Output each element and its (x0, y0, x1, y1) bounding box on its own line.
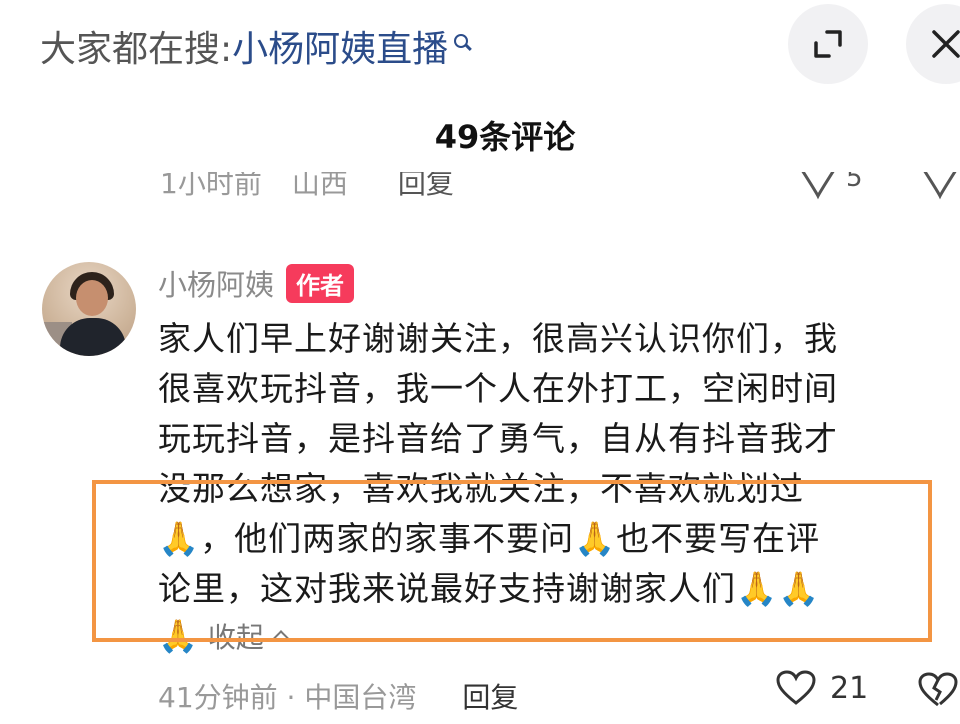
expand-button[interactable] (788, 4, 868, 84)
comment-line: 玩玩抖音，是抖音给了勇气，自从有抖音我才 (158, 419, 838, 458)
heart-icon: 5 (801, 172, 863, 200)
previous-comment-meta: 1小时前 山西 回复 5 (0, 172, 960, 202)
author-name[interactable]: 小杨阿姨 (158, 262, 274, 304)
previous-comment-location: 山西 (291, 172, 348, 200)
close-icon (932, 30, 960, 58)
like-button[interactable]: 21 (776, 670, 868, 706)
comment-line: 家人们早上好谢谢关注，很高兴认识你们，我 (158, 319, 838, 358)
reply-button[interactable]: 回复 (462, 676, 518, 716)
author-badge: 作者 (286, 263, 355, 303)
broken-heart-icon (918, 672, 958, 707)
broken-heart-icon (923, 172, 957, 200)
search-icon (452, 32, 474, 60)
like-count: 21 (830, 670, 869, 706)
comment-panel: 大家都在搜: 小杨阿姨直播 49条评论 1小时前 山西 回复 5 小杨阿姨 作者… (0, 0, 960, 724)
comment-count-title: 49条评论 (434, 118, 576, 156)
previous-comment-time: 1小时前 (160, 172, 262, 200)
expand-icon (814, 30, 842, 58)
dislike-button[interactable] (918, 672, 958, 712)
search-query-link[interactable]: 小杨阿姨直播 (232, 20, 448, 72)
highlight-box (92, 480, 932, 642)
heart-icon (776, 670, 816, 705)
comment-author-row: 小杨阿姨 作者 (158, 262, 355, 304)
close-button[interactable] (906, 4, 960, 84)
previous-reply-button[interactable]: 回复 (398, 172, 454, 202)
comment-meta: 41分钟前 · 中国台湾 回复 (158, 676, 518, 716)
avatar[interactable] (42, 262, 136, 356)
comment-time-location: 41分钟前 · 中国台湾 (158, 681, 417, 714)
previous-dislike-button[interactable] (920, 172, 960, 202)
search-suggestion[interactable]: 大家都在搜: 小杨阿姨直播 (40, 18, 474, 74)
comment-line: 很喜欢玩抖音，我一个人在外打工，空闲时间 (158, 369, 838, 408)
previous-like-button[interactable]: 5 (798, 172, 868, 202)
previous-like-count: 5 (846, 172, 863, 193)
search-prefix: 大家都在搜: (40, 29, 233, 70)
